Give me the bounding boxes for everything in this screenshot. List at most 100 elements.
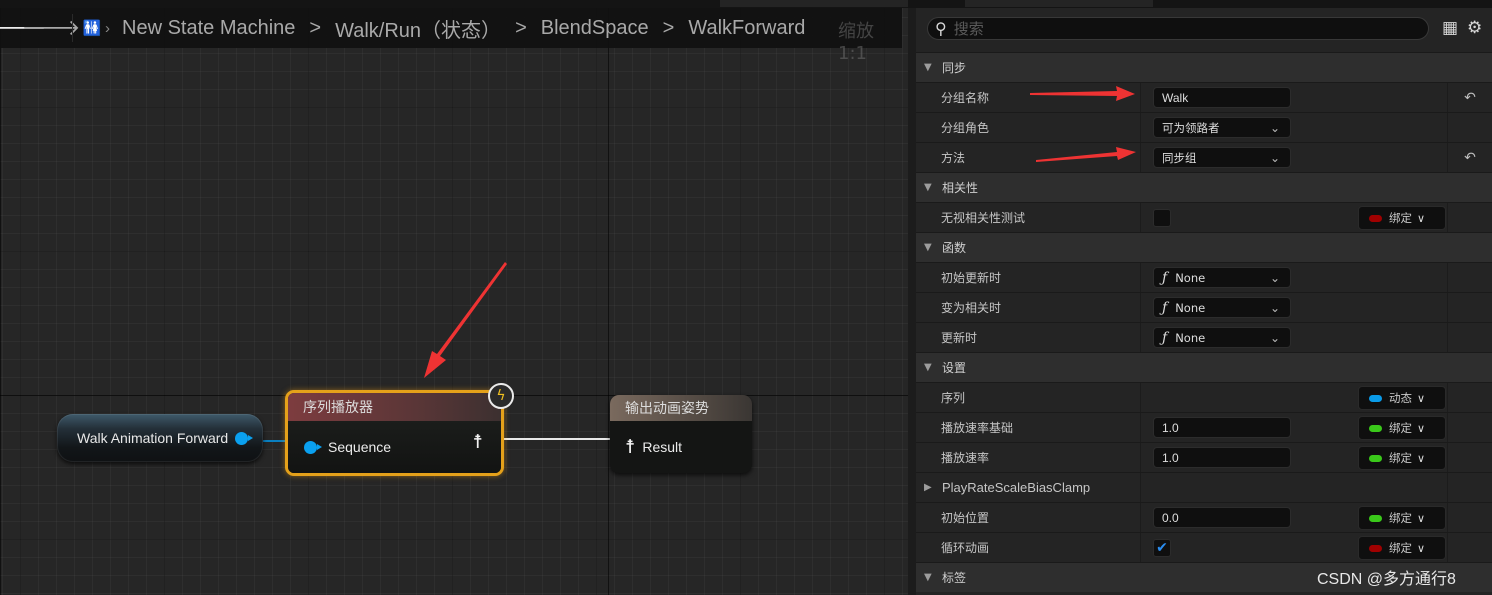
category-label: 函数 bbox=[942, 241, 967, 255]
category-label: 同步 bbox=[942, 61, 967, 75]
expand-triangle-icon[interactable]: ▼ bbox=[924, 242, 938, 253]
variable-node-walk-animation-forward[interactable]: Walk Animation Forward bbox=[57, 414, 263, 462]
window-top-strip bbox=[0, 0, 1492, 8]
property-row-group-name: 分组名称 Walk ↶ bbox=[916, 82, 1492, 112]
chevron-down-icon: ∨ bbox=[1417, 541, 1426, 555]
output-pose-node[interactable]: 输出动画姿势 ☨ Result bbox=[610, 395, 752, 473]
pose-input-pin-icon[interactable]: ☨ bbox=[625, 436, 635, 458]
property-row-on-become-relevant: 变为相关时 ƒ None ⌄ bbox=[916, 292, 1492, 322]
property-row-play-rate-basis: 播放速率基础 1.0 绑定 ∨ bbox=[916, 412, 1492, 442]
property-label: 无视相关性测试 bbox=[941, 211, 1026, 225]
function-dropdown[interactable]: ƒ None ⌄ bbox=[1153, 267, 1291, 288]
function-dropdown[interactable]: ƒ None ⌄ bbox=[1153, 327, 1291, 348]
property-label: 分组角色 bbox=[941, 121, 990, 135]
forward-button[interactable]: 🡒 bbox=[22, 8, 81, 48]
property-row-method: 方法 同步组 ⌄ ↶ bbox=[916, 142, 1492, 172]
expand-triangle-icon[interactable]: ▼ bbox=[924, 572, 938, 583]
dropdown-value: None bbox=[1175, 330, 1206, 345]
anim-blueprint-icon[interactable]: 🚻 bbox=[81, 8, 103, 48]
property-row-play-rate-scale-bias-clamp[interactable]: ▶ PlayRateScaleBiasClamp bbox=[916, 472, 1492, 502]
binding-color-dot bbox=[1369, 394, 1382, 402]
property-row-start-position: 初始位置 0.0 绑定 ∨ bbox=[916, 502, 1492, 532]
function-dropdown[interactable]: ƒ None ⌄ bbox=[1153, 297, 1291, 318]
play-rate-input[interactable]: 1.0 bbox=[1153, 447, 1291, 468]
binding-dropdown[interactable]: 绑定 ∨ bbox=[1358, 506, 1446, 530]
fast-path-lightning-icon: ϟ bbox=[488, 383, 514, 409]
property-label: 播放速率 bbox=[941, 451, 990, 465]
pose-wire[interactable] bbox=[490, 438, 622, 440]
sequence-input-pin[interactable] bbox=[304, 440, 322, 454]
property-row-loop-animation: 循环动画 ✔ 绑定 ∨ bbox=[916, 532, 1492, 562]
gear-icon[interactable]: ⚙ bbox=[1467, 18, 1482, 38]
loop-animation-checkbox[interactable]: ✔ bbox=[1153, 538, 1171, 557]
category-functions[interactable]: ▼ 函数 bbox=[916, 232, 1492, 262]
search-input[interactable] bbox=[953, 19, 1394, 38]
ignore-relevancy-checkbox[interactable] bbox=[1153, 208, 1171, 227]
start-position-input[interactable]: 0.0 bbox=[1153, 507, 1291, 528]
expand-triangle-icon[interactable]: ▼ bbox=[924, 362, 938, 373]
binding-label: 绑定 bbox=[1389, 421, 1412, 435]
method-dropdown[interactable]: 同步组 ⌄ bbox=[1153, 147, 1291, 168]
node-body: ☨ Result bbox=[610, 421, 752, 473]
binding-color-dot bbox=[1369, 544, 1382, 552]
property-label: PlayRateScaleBiasClamp bbox=[942, 480, 1091, 495]
binding-dropdown[interactable]: 绑定 ∨ bbox=[1358, 206, 1446, 230]
anim-graph-canvas[interactable]: 🡐 🡒 🚻 › New State Machine > Walk/Run（状态）… bbox=[0, 8, 916, 595]
search-box[interactable]: ⚲ bbox=[927, 17, 1429, 40]
property-label: 循环动画 bbox=[941, 541, 990, 555]
sequence-player-node[interactable]: 序列播放器 Sequence ☨ bbox=[285, 390, 504, 476]
breadcrumb-separator: > bbox=[515, 16, 527, 39]
expand-triangle-icon[interactable]: ▼ bbox=[924, 62, 938, 73]
chevron-down-icon: ∨ bbox=[1417, 211, 1426, 225]
property-label: 初始位置 bbox=[941, 511, 990, 525]
breadcrumb-item-state-machine[interactable]: New State Machine bbox=[122, 17, 295, 40]
breadcrumb-item-blendspace[interactable]: BlendSpace bbox=[541, 17, 649, 40]
details-panel: ⚲ ▦ ⚙ ▼ 同步 分组名称 Walk ↶ 分组角色 可为领路者 ⌄ 方法 同步组… bbox=[916, 8, 1492, 595]
chevron-down-icon: ∨ bbox=[1417, 451, 1426, 465]
table-view-icon[interactable]: ▦ bbox=[1442, 18, 1458, 38]
binding-dropdown[interactable]: 动态 ∨ bbox=[1358, 386, 1446, 410]
group-name-input[interactable]: Walk bbox=[1153, 87, 1291, 108]
chevron-down-icon: ⌄ bbox=[1269, 150, 1280, 165]
expand-triangle-icon[interactable]: ▼ bbox=[924, 182, 938, 193]
checkmark-icon: ✔ bbox=[1156, 539, 1168, 556]
category-relevancy[interactable]: ▼ 相关性 bbox=[916, 172, 1492, 202]
function-icon: ƒ bbox=[1162, 299, 1168, 316]
binding-dropdown[interactable]: 绑定 ∨ bbox=[1358, 446, 1446, 470]
output-pin[interactable] bbox=[235, 431, 254, 445]
details-tab[interactable] bbox=[965, 0, 1153, 7]
reset-to-default-icon[interactable]: ↶ bbox=[1464, 150, 1476, 166]
hidden-tab[interactable] bbox=[720, 0, 908, 7]
binding-color-dot bbox=[1369, 214, 1382, 222]
breadcrumb-separator: > bbox=[662, 16, 675, 39]
breadcrumb-item-state[interactable]: Walk/Run（状态） bbox=[335, 14, 501, 43]
binding-color-dot bbox=[1369, 454, 1382, 462]
node-title: 输出动画姿势 bbox=[625, 401, 709, 417]
reset-to-default-icon[interactable]: ↶ bbox=[1464, 90, 1476, 106]
property-row-on-update: 更新时 ƒ None ⌄ bbox=[916, 322, 1492, 352]
pose-output-pin-icon[interactable]: ☨ bbox=[473, 431, 483, 453]
result-pin-label: Result bbox=[642, 439, 683, 455]
search-icon: ⚲ bbox=[935, 19, 947, 38]
category-settings[interactable]: ▼ 设置 bbox=[916, 352, 1492, 382]
node-body: Sequence bbox=[288, 421, 501, 473]
breadcrumb-separator: > bbox=[309, 16, 322, 39]
category-label: 相关性 bbox=[942, 181, 979, 195]
sequence-pin-label: Sequence bbox=[328, 439, 392, 455]
breadcrumb-item-current[interactable]: WalkForward bbox=[688, 17, 805, 40]
expand-triangle-right-icon[interactable]: ▶ bbox=[924, 482, 938, 493]
category-label: 标签 bbox=[942, 571, 967, 585]
property-label: 分组名称 bbox=[941, 91, 990, 105]
play-rate-basis-input[interactable]: 1.0 bbox=[1153, 417, 1291, 438]
divider bbox=[72, 14, 73, 42]
property-label: 更新时 bbox=[941, 331, 978, 345]
category-sync[interactable]: ▼ 同步 bbox=[916, 52, 1492, 82]
binding-dropdown[interactable]: 绑定 ∨ bbox=[1358, 536, 1446, 560]
binding-dropdown[interactable]: 绑定 ∨ bbox=[1358, 416, 1446, 440]
property-label: 方法 bbox=[941, 151, 966, 165]
binding-label: 绑定 bbox=[1389, 541, 1412, 555]
chevron-down-icon: ⌄ bbox=[1269, 120, 1280, 135]
dropdown-value: None bbox=[1175, 300, 1206, 315]
group-role-dropdown[interactable]: 可为领路者 ⌄ bbox=[1153, 117, 1291, 138]
chevron-down-icon: ∨ bbox=[1417, 511, 1426, 525]
